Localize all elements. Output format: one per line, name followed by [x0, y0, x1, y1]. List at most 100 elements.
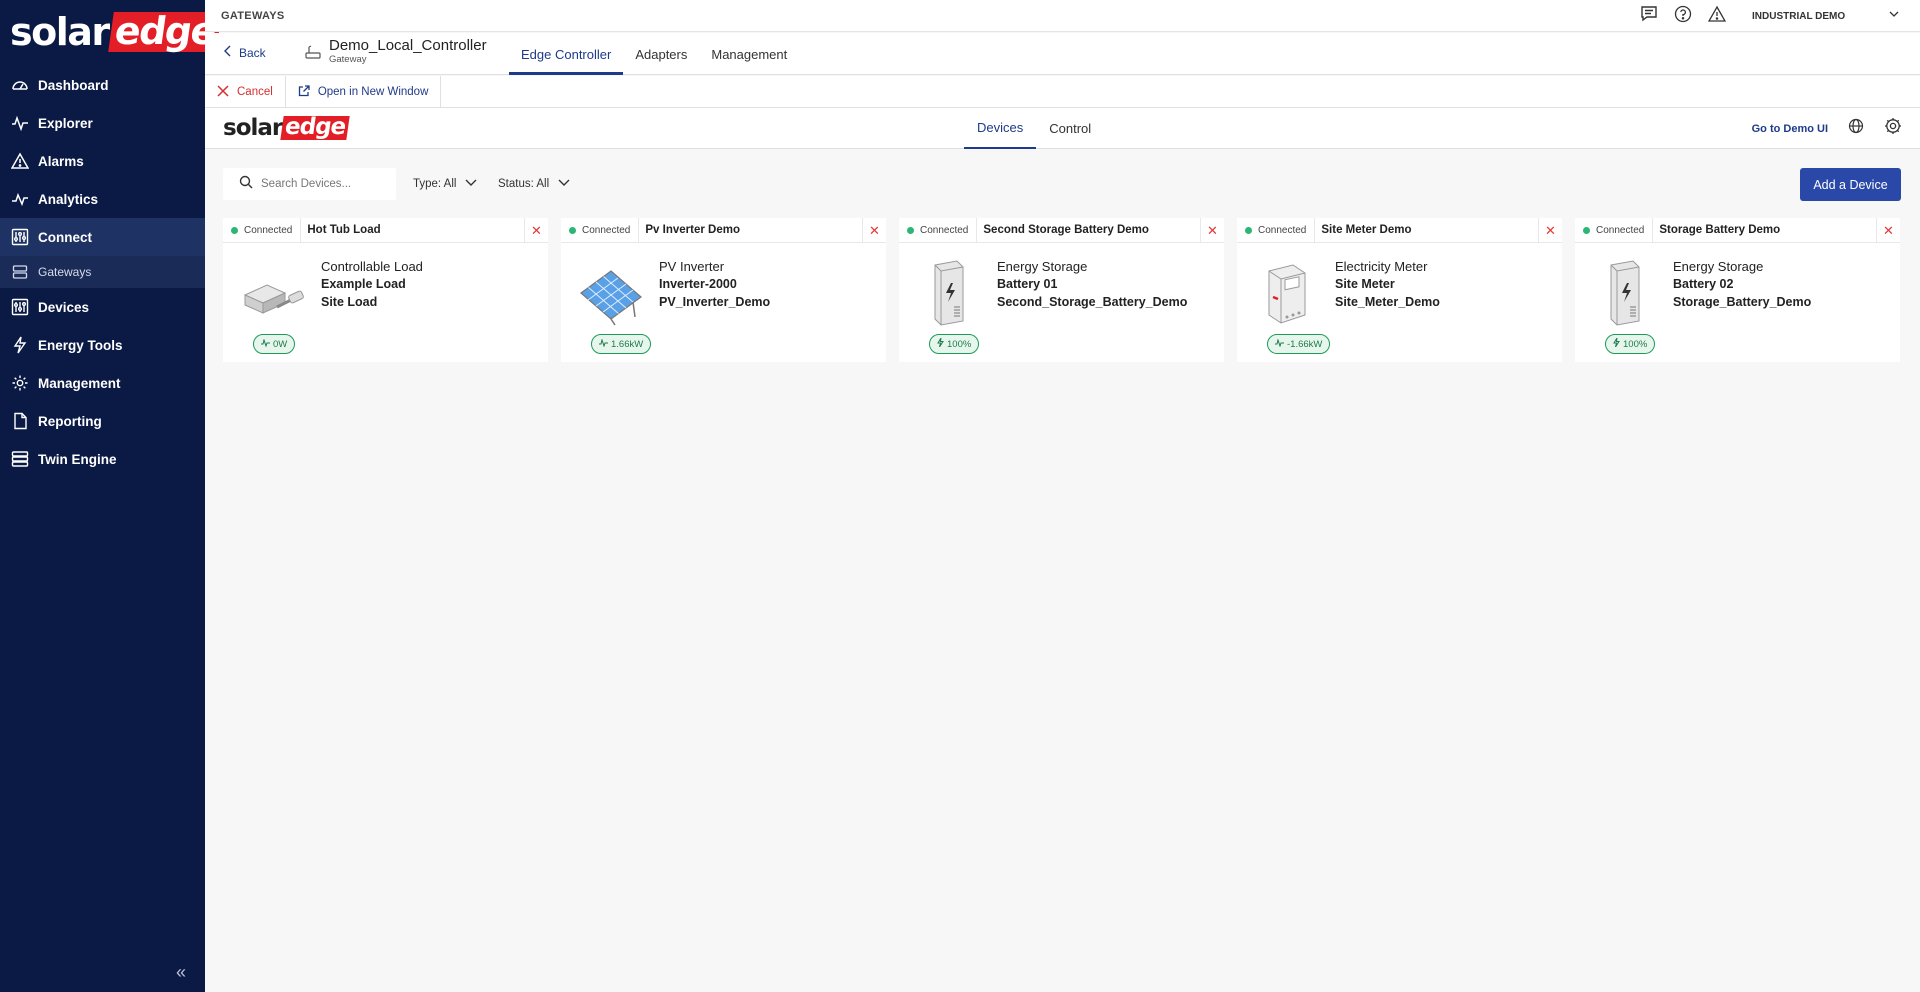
- gateway-title: Demo_Local_Controller Gateway: [305, 37, 487, 65]
- device-model: Site Meter: [1335, 277, 1395, 291]
- search-devices-field[interactable]: [223, 168, 396, 200]
- logo-edge-text: edge: [280, 114, 351, 140]
- tab-adapters[interactable]: Adapters: [623, 33, 699, 75]
- back-button[interactable]: Back: [223, 45, 266, 60]
- remove-device-button[interactable]: ✕: [1200, 218, 1224, 243]
- device-info: Controllable Load Example Load Site Load: [321, 259, 423, 313]
- top-bar-actions: INDUSTRIAL DEMO: [1640, 0, 1900, 32]
- status-filter-dropdown[interactable]: Status: All: [498, 168, 571, 200]
- open-new-window-button[interactable]: Open in New Window: [286, 76, 442, 108]
- status-label: Connected: [1596, 224, 1645, 236]
- close-icon: ✕: [869, 222, 880, 238]
- connect-sliders-icon: [10, 227, 30, 247]
- device-name: Hot Tub Load: [307, 224, 381, 236]
- device-card[interactable]: Connected Storage Battery Demo ✕ Energy …: [1575, 217, 1900, 362]
- device-name: Storage Battery Demo: [1659, 224, 1781, 236]
- help-icon[interactable]: [1674, 5, 1692, 28]
- status-label: Connected: [920, 224, 969, 236]
- remove-device-button[interactable]: ✕: [1538, 218, 1562, 243]
- close-icon: [217, 84, 229, 100]
- device-card-body: Controllable Load Example Load Site Load…: [223, 243, 548, 362]
- chat-icon[interactable]: [1640, 5, 1658, 28]
- sidebar-item-label: Gateways: [38, 265, 92, 279]
- server-stack-icon: [10, 449, 30, 469]
- solar-panel-image: [575, 257, 645, 327]
- status-badge: Connected: [1237, 217, 1316, 243]
- type-filter-dropdown[interactable]: Type: All: [413, 168, 478, 200]
- gateway-icon: [305, 45, 321, 64]
- device-value-badge: -1.66kW: [1267, 334, 1331, 354]
- sidebar-item-gateways[interactable]: Gateways: [0, 256, 205, 288]
- globe-icon[interactable]: [1848, 118, 1864, 139]
- cancel-button[interactable]: Cancel: [205, 76, 286, 108]
- controllable-load-image: [237, 257, 307, 327]
- device-card[interactable]: Connected Pv Inverter Demo ✕ PV Inverter…: [561, 217, 886, 362]
- pulse-icon: [261, 337, 270, 350]
- solaredge-inner-logo: solar edge: [223, 114, 351, 140]
- gateway-server-icon: [10, 262, 30, 282]
- sidebar-item-management[interactable]: Management: [0, 364, 205, 402]
- sidebar-item-label: Dashboard: [38, 77, 109, 93]
- sidebar-item-explorer[interactable]: Explorer: [0, 104, 205, 142]
- status-badge: Connected: [1575, 217, 1654, 243]
- device-card[interactable]: Connected Hot Tub Load ✕ Controllable Lo…: [223, 217, 548, 362]
- settings-gear-icon[interactable]: [1884, 117, 1902, 140]
- tab-devices[interactable]: Devices: [964, 108, 1037, 149]
- sidebar-item-analytics[interactable]: Analytics: [0, 180, 205, 218]
- top-bar: GATEWAYS INDUSTRIAL DEMO: [205, 0, 1920, 32]
- organization-selector[interactable]: INDUSTRIAL DEMO: [1752, 11, 1872, 22]
- remove-device-button[interactable]: ✕: [862, 218, 886, 243]
- device-id: Site_Meter_Demo: [1335, 295, 1440, 309]
- alert-icon[interactable]: [1707, 5, 1727, 28]
- document-icon: [10, 411, 30, 431]
- sidebar-item-energy-tools[interactable]: Energy Tools: [0, 326, 205, 364]
- solaredge-logo[interactable]: solar edge: [10, 9, 222, 54]
- tab-control[interactable]: Control: [1036, 108, 1104, 149]
- battery-image: [913, 257, 983, 327]
- tab-edge-controller[interactable]: Edge Controller: [509, 33, 624, 75]
- gateway-tabs: Edge Controller Adapters Management: [509, 33, 799, 75]
- bolt-icon: [937, 337, 944, 350]
- devices-sliders-icon: [10, 297, 30, 317]
- status-label: Connected: [1258, 224, 1307, 236]
- remove-device-button[interactable]: ✕: [524, 218, 548, 243]
- back-label: Back: [239, 45, 266, 60]
- sidebar-item-label: Analytics: [38, 191, 99, 207]
- remove-device-button[interactable]: ✕: [1876, 218, 1900, 243]
- sidebar-item-connect[interactable]: Connect: [0, 218, 205, 256]
- collapse-sidebar-icon[interactable]: «: [176, 962, 186, 983]
- tab-management[interactable]: Management: [699, 33, 799, 75]
- cancel-label: Cancel: [237, 86, 273, 98]
- device-card-header: Connected Site Meter Demo ✕: [1237, 217, 1562, 243]
- close-icon: ✕: [1883, 222, 1894, 238]
- status-dot-icon: [1583, 226, 1590, 234]
- device-value-badge: 0W: [253, 334, 296, 354]
- device-type: Controllable Load: [321, 259, 423, 274]
- sidebar-item-alarms[interactable]: Alarms: [0, 142, 205, 180]
- device-info: Electricity Meter Site Meter Site_Meter_…: [1335, 259, 1440, 313]
- search-input[interactable]: [261, 178, 381, 190]
- gateway-name: Demo_Local_Controller: [329, 37, 487, 54]
- device-model: Battery 01: [997, 277, 1058, 291]
- sidebar-item-devices[interactable]: Devices: [0, 288, 205, 326]
- add-device-button[interactable]: Add a Device: [1800, 168, 1901, 201]
- analytics-pulse-icon: [10, 189, 30, 209]
- device-card[interactable]: Connected Second Storage Battery Demo ✕ …: [899, 217, 1224, 362]
- open-new-window-label: Open in New Window: [317, 86, 429, 98]
- device-card[interactable]: Connected Site Meter Demo ✕ Electricity …: [1237, 217, 1562, 362]
- sidebar-item-dashboard[interactable]: Dashboard: [0, 66, 205, 104]
- sidebar-item-reporting[interactable]: Reporting: [0, 402, 205, 440]
- device-id: Storage_Battery_Demo: [1673, 295, 1812, 309]
- pulse-icon: [599, 337, 608, 350]
- go-to-demo-ui-link[interactable]: Go to Demo UI: [1752, 123, 1828, 135]
- device-name: Second Storage Battery Demo: [983, 224, 1149, 236]
- chevron-down-icon[interactable]: [1888, 7, 1900, 25]
- device-value-badge: 100%: [929, 334, 980, 354]
- breadcrumb: GATEWAYS: [221, 9, 285, 22]
- sidebar-item-twin-engine[interactable]: Twin Engine: [0, 440, 205, 478]
- device-name: Site Meter Demo: [1321, 224, 1412, 236]
- sidebar-item-label: Devices: [38, 299, 90, 315]
- device-model: Inverter-2000: [659, 277, 737, 291]
- sidebar-item-label: Connect: [38, 229, 92, 245]
- chevron-left-icon: [223, 45, 233, 60]
